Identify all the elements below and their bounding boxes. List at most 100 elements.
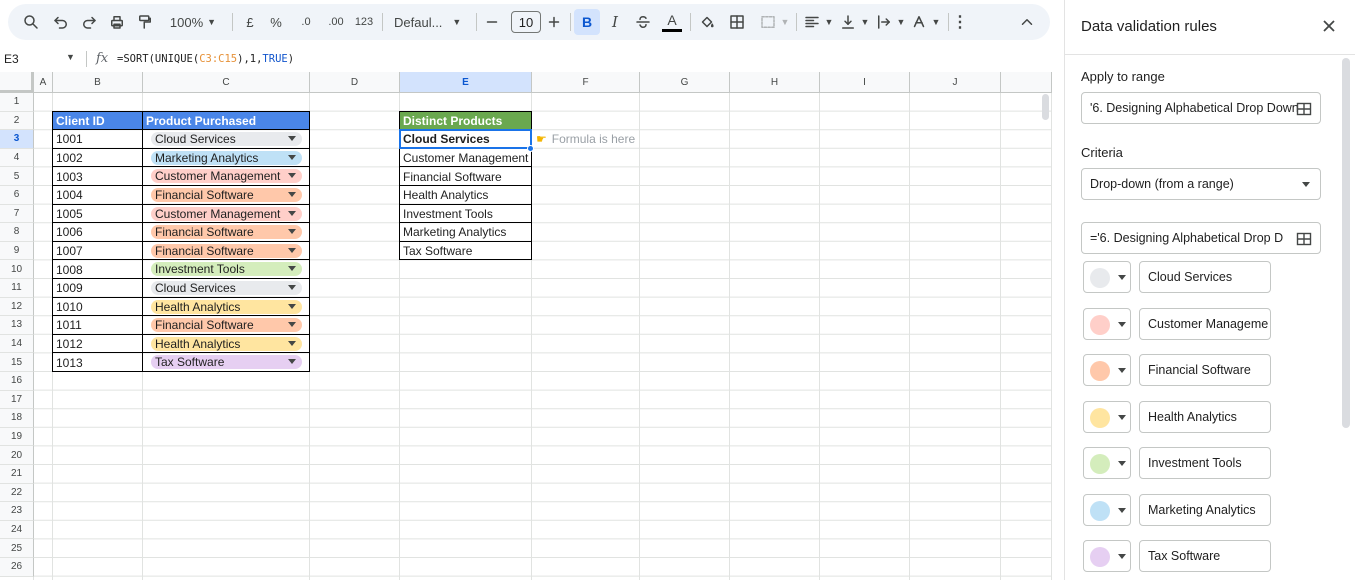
dropdown-arrow-icon[interactable] <box>288 154 296 160</box>
dropdown-arrow-icon[interactable] <box>288 247 296 253</box>
product-dropdown-cell[interactable]: Marketing Analytics <box>143 149 310 168</box>
horizontal-align-icon[interactable]: ▼ <box>802 9 834 35</box>
collapse-toolbar-icon[interactable] <box>1016 9 1038 35</box>
product-chip[interactable]: Cloud Services <box>151 281 302 295</box>
name-box[interactable]: E3 <box>4 52 19 66</box>
distinct-product-cell[interactable]: Tax Software <box>400 242 532 261</box>
row-header-3[interactable]: 3 <box>0 130 34 149</box>
select-range-icon[interactable] <box>1296 231 1312 247</box>
borders-icon[interactable] <box>726 9 748 35</box>
text-wrapping-icon[interactable]: ▼ <box>874 9 906 35</box>
product-chip[interactable]: Financial Software <box>151 318 302 333</box>
distinct-product-cell[interactable]: Marketing Analytics <box>400 223 532 242</box>
dropdown-arrow-icon[interactable] <box>288 340 296 346</box>
font-family-select[interactable]: Defaul... ▼ <box>390 9 470 35</box>
fill-handle[interactable] <box>527 144 534 152</box>
bold-button[interactable]: B <box>574 9 600 35</box>
product-chip[interactable]: Customer Management <box>151 169 302 184</box>
column-header-h[interactable]: H <box>730 72 820 93</box>
dropdown-arrow-icon[interactable] <box>288 136 296 142</box>
client-id-cell[interactable]: 1001 <box>53 130 143 149</box>
product-dropdown-cell[interactable]: Investment Tools <box>143 260 310 279</box>
option-color-picker[interactable] <box>1083 307 1131 340</box>
spreadsheet-grid[interactable]: ABCDEFGHIJ 1 2 3 4 5 6 7 8 9 10 11 12 13 14 15 16 17 18 19… <box>0 72 1052 580</box>
dropdown-arrow-icon[interactable] <box>288 173 296 179</box>
client-id-cell[interactable]: 1003 <box>53 167 143 186</box>
product-chip[interactable]: Financial Software <box>151 225 302 240</box>
option-value-input[interactable]: Health Analytics <box>1139 400 1271 433</box>
row-header-5[interactable]: 5 <box>0 167 34 186</box>
client-id-header[interactable]: Client ID <box>53 111 143 131</box>
text-color-button[interactable]: A <box>660 9 684 35</box>
product-dropdown-cell[interactable]: Cloud Services <box>143 279 310 298</box>
product-chip[interactable]: Investment Tools <box>151 262 302 277</box>
more-options-icon[interactable]: ⋮ <box>952 9 968 35</box>
product-dropdown-cell[interactable]: Customer Management <box>143 205 310 224</box>
redo-icon[interactable] <box>78 9 100 35</box>
row-header-4[interactable]: 4 <box>0 148 34 168</box>
row-header-6[interactable]: 6 <box>0 186 34 205</box>
product-dropdown-cell[interactable]: Financial Software <box>143 242 310 261</box>
formula-input[interactable]: =SORT(UNIQUE(C3:C15),1,TRUE) <box>117 53 294 65</box>
distinct-products-header[interactable]: Distinct Products <box>400 111 532 131</box>
font-size-increase-button[interactable] <box>544 9 564 35</box>
client-id-cell[interactable]: 1008 <box>53 260 143 279</box>
decrease-decimal-button[interactable]: .0 <box>294 9 318 35</box>
option-value-input[interactable]: Investment Tools <box>1139 447 1271 479</box>
text-rotation-icon[interactable]: ▼ <box>908 9 942 35</box>
option-value-input[interactable]: Tax Software <box>1139 540 1271 572</box>
vertical-scrollbar[interactable] <box>1042 94 1049 120</box>
product-dropdown-cell[interactable]: Cloud Services <box>143 130 310 149</box>
row-header-9[interactable]: 9 <box>0 241 34 261</box>
client-id-cell[interactable]: 1009 <box>53 279 143 298</box>
row-header-25[interactable]: 25 <box>0 539 34 558</box>
dropdown-arrow-icon[interactable] <box>288 229 296 235</box>
column-header-b[interactable]: B <box>53 72 143 93</box>
font-size-input[interactable]: 10 <box>511 11 541 33</box>
row-header-12[interactable]: 12 <box>0 297 34 317</box>
column-header-i[interactable]: I <box>820 72 910 93</box>
row-header-2[interactable]: 2 <box>0 111 34 131</box>
row-header-17[interactable]: 17 <box>0 390 34 410</box>
product-dropdown-cell[interactable]: Tax Software <box>143 353 310 372</box>
italic-button[interactable]: I <box>604 9 626 35</box>
row-header-13[interactable]: 13 <box>0 316 34 335</box>
product-chip[interactable]: Financial Software <box>151 188 302 202</box>
column-header-partial[interactable] <box>1001 72 1052 93</box>
client-id-cell[interactable]: 1010 <box>53 298 143 317</box>
column-header-f[interactable]: F <box>532 72 640 93</box>
dropdown-arrow-icon[interactable] <box>288 359 296 365</box>
option-color-picker[interactable] <box>1083 400 1131 433</box>
product-chip[interactable]: Health Analytics <box>151 336 302 351</box>
row-header-15[interactable]: 15 <box>0 353 34 372</box>
undo-icon[interactable] <box>50 9 72 35</box>
option-value-input[interactable]: Marketing Analytics <box>1139 493 1271 526</box>
client-id-cell[interactable]: 1006 <box>53 223 143 242</box>
option-color-picker[interactable] <box>1083 354 1131 386</box>
product-purchased-header[interactable]: Product Purchased <box>143 111 310 131</box>
close-icon[interactable] <box>1321 18 1337 34</box>
column-header-a[interactable]: A <box>34 72 53 93</box>
option-value-input[interactable]: Customer Manageme <box>1139 307 1271 340</box>
client-id-cell[interactable]: 1011 <box>53 316 143 335</box>
paint-format-icon[interactable] <box>134 9 156 35</box>
product-dropdown-cell[interactable]: Financial Software <box>143 186 310 205</box>
row-header-7[interactable]: 7 <box>0 204 34 224</box>
criteria-select[interactable]: Drop-down (from a range) <box>1081 168 1321 200</box>
merge-cells-icon[interactable]: ▼ <box>756 9 792 35</box>
distinct-product-cell[interactable]: Financial Software <box>400 167 532 186</box>
dropdown-arrow-icon[interactable] <box>288 266 296 272</box>
distinct-product-cell[interactable]: Investment Tools <box>400 205 532 224</box>
currency-format-button[interactable]: £ <box>240 9 260 35</box>
product-dropdown-cell[interactable]: Health Analytics <box>143 298 310 317</box>
strikethrough-icon[interactable] <box>632 9 654 35</box>
dropdown-arrow-icon[interactable] <box>288 303 296 309</box>
column-header-d[interactable]: D <box>310 72 400 93</box>
distinct-product-cell[interactable]: Customer Management <box>400 149 532 168</box>
client-id-cell[interactable]: 1013 <box>53 353 143 372</box>
distinct-product-cell[interactable]: Cloud Services <box>400 130 532 149</box>
row-header-18[interactable]: 18 <box>0 409 34 428</box>
zoom-select[interactable]: 100% ▼ <box>162 9 224 35</box>
row-header-22[interactable]: 22 <box>0 483 34 503</box>
option-color-picker[interactable] <box>1083 540 1131 572</box>
